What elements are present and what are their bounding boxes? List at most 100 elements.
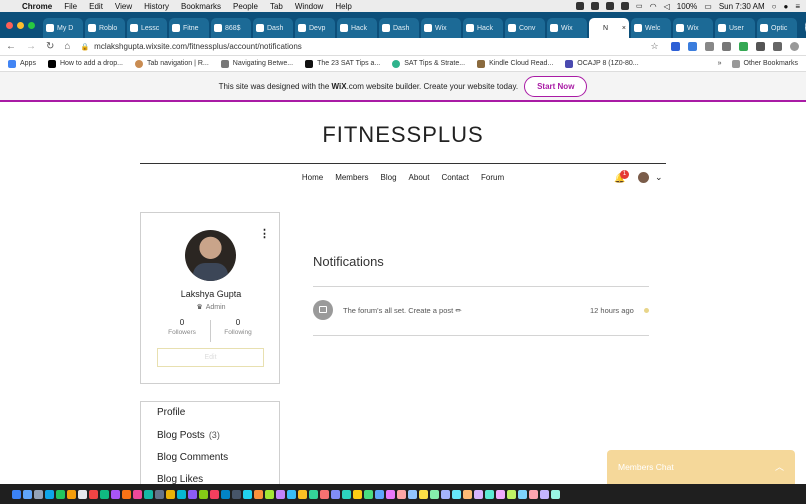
chevron-down-icon[interactable]: ⌄ — [655, 172, 663, 183]
browser-tab[interactable]: My D — [43, 18, 83, 38]
notification-center-icon[interactable]: ≡ — [795, 2, 800, 11]
chevron-up-icon[interactable]: ︿ — [775, 460, 784, 473]
home-icon[interactable]: ⌂ — [64, 41, 70, 52]
browser-tab[interactable]: Hack — [463, 18, 503, 38]
dock-app-icon[interactable] — [23, 489, 32, 499]
menu-window[interactable]: Window — [295, 2, 323, 11]
dock-app-icon[interactable] — [507, 489, 516, 499]
menu-profile[interactable]: Profile — [157, 407, 185, 418]
close-tab-icon[interactable]: × — [622, 25, 626, 32]
dock-app-icon[interactable] — [496, 489, 505, 499]
flag-icon[interactable]: ▭ — [636, 2, 643, 10]
close-window-button[interactable] — [6, 22, 13, 29]
browser-tab[interactable]: Roblo — [85, 18, 125, 38]
members-chat-widget[interactable]: Members Chat ︿ — [607, 450, 795, 488]
dock-app-icon[interactable] — [221, 489, 230, 499]
bookmark-apps[interactable]: Apps — [8, 59, 36, 68]
dock-app-icon[interactable] — [309, 489, 318, 499]
bookmark-item[interactable]: The 23 SAT Tips a... — [305, 59, 380, 68]
dock-app-icon[interactable] — [551, 489, 560, 499]
dock-app-icon[interactable] — [474, 489, 483, 499]
browser-tab[interactable]: Wix — [547, 18, 587, 38]
browser-tab[interactable]: Wix — [673, 18, 713, 38]
browser-tab[interactable]: Lessc — [127, 18, 167, 38]
dock-app-icon[interactable] — [397, 489, 406, 499]
dock-app-icon[interactable] — [100, 489, 109, 499]
browser-tab[interactable]: Dash — [379, 18, 419, 38]
extension-icon[interactable] — [670, 42, 680, 51]
more-options-icon[interactable]: ⋮ — [259, 227, 270, 240]
account-avatar[interactable] — [638, 172, 649, 183]
reload-icon[interactable]: ↻ — [46, 41, 54, 52]
tray-app-icon[interactable] — [606, 2, 615, 10]
dock-app-icon[interactable] — [166, 489, 175, 499]
nav-contact[interactable]: Contact — [441, 173, 469, 182]
dock-app-icon[interactable] — [353, 489, 362, 499]
dock-app-icon[interactable] — [342, 489, 351, 499]
profile-avatar-icon[interactable] — [789, 42, 799, 51]
nav-members[interactable]: Members — [335, 173, 368, 182]
unread-dot-icon[interactable] — [644, 308, 649, 313]
extensions-puzzle-icon[interactable] — [772, 42, 782, 51]
followers-stat[interactable]: 0 Followers — [152, 318, 212, 336]
nav-home[interactable]: Home — [302, 173, 323, 182]
nav-blog[interactable]: Blog — [381, 173, 397, 182]
bookmark-star-icon[interactable]: ☆ — [650, 41, 658, 52]
dock-app-icon[interactable] — [375, 489, 384, 499]
notification-item[interactable]: The forum's all set. Create a post ✏ 12 … — [313, 300, 649, 322]
menu-view[interactable]: View — [115, 2, 132, 11]
menu-file[interactable]: File — [64, 2, 77, 11]
dock-app-icon[interactable] — [122, 489, 131, 499]
dock-app-icon[interactable] — [155, 489, 164, 499]
extension-icon[interactable] — [721, 42, 731, 51]
dock-app-icon[interactable] — [177, 489, 186, 499]
dock-app-icon[interactable] — [419, 489, 428, 499]
control-icon[interactable]: ● — [783, 2, 788, 11]
forward-icon[interactable]: → — [26, 41, 36, 52]
dock-app-icon[interactable] — [254, 489, 263, 499]
translate-extension-icon[interactable] — [687, 42, 697, 51]
dock-app-icon[interactable] — [287, 489, 296, 499]
bookmark-item[interactable]: Navigating Betwe... — [220, 59, 293, 68]
battery-percent[interactable]: 100% — [677, 2, 697, 11]
dock-app-icon[interactable] — [540, 489, 549, 499]
dock-app-icon[interactable] — [331, 489, 340, 499]
dock-app-icon[interactable] — [265, 489, 274, 499]
bookmarks-overflow-icon[interactable]: » — [718, 60, 722, 67]
dock-app-icon[interactable] — [298, 489, 307, 499]
dock-app-icon[interactable] — [45, 489, 54, 499]
browser-tab[interactable]: 868$ — [211, 18, 251, 38]
bookmark-item[interactable]: SAT Tips & Strate... — [392, 59, 465, 68]
extension-icon[interactable] — [755, 42, 765, 51]
following-stat[interactable]: 0 Following — [208, 318, 268, 336]
browser-tab[interactable]: Hack — [337, 18, 377, 38]
dock-app-icon[interactable] — [463, 489, 472, 499]
browser-tab[interactable]: Devp — [295, 18, 335, 38]
nav-forum[interactable]: Forum — [481, 173, 504, 182]
dock-app-icon[interactable] — [12, 489, 21, 499]
menu-edit[interactable]: Edit — [89, 2, 103, 11]
dock-app-icon[interactable] — [56, 489, 65, 499]
dock-app-icon[interactable] — [89, 489, 98, 499]
dock-app-icon[interactable] — [133, 489, 142, 499]
dock-app-icon[interactable] — [232, 489, 241, 499]
browser-tab[interactable]: Conv — [505, 18, 545, 38]
lock-icon[interactable]: 🔒 — [80, 43, 89, 51]
bookmark-item[interactable]: Tab navigation | R... — [135, 59, 209, 68]
dock-app-icon[interactable] — [320, 489, 329, 499]
browser-tab[interactable]: Optic — [757, 18, 797, 38]
browser-tab[interactable]: User — [715, 18, 755, 38]
drive-extension-icon[interactable] — [738, 42, 748, 51]
bookmark-item[interactable]: OCAJP 8 (1Z0-80... — [565, 59, 639, 68]
dock-app-icon[interactable] — [529, 489, 538, 499]
start-now-button[interactable]: Start Now — [524, 75, 588, 97]
nav-about[interactable]: About — [409, 173, 430, 182]
clock[interactable]: Sun 7:30 AM — [719, 2, 765, 11]
tray-app-icon[interactable] — [621, 2, 630, 10]
dock-app-icon[interactable] — [188, 489, 197, 499]
dock-app-icon[interactable] — [243, 489, 252, 499]
site-title[interactable]: FITNESSPLUS — [0, 122, 806, 148]
dock-app-icon[interactable] — [364, 489, 373, 499]
tab-active[interactable]: N × — [589, 18, 629, 38]
bell-icon[interactable]: 🔔 1 — [614, 169, 629, 183]
